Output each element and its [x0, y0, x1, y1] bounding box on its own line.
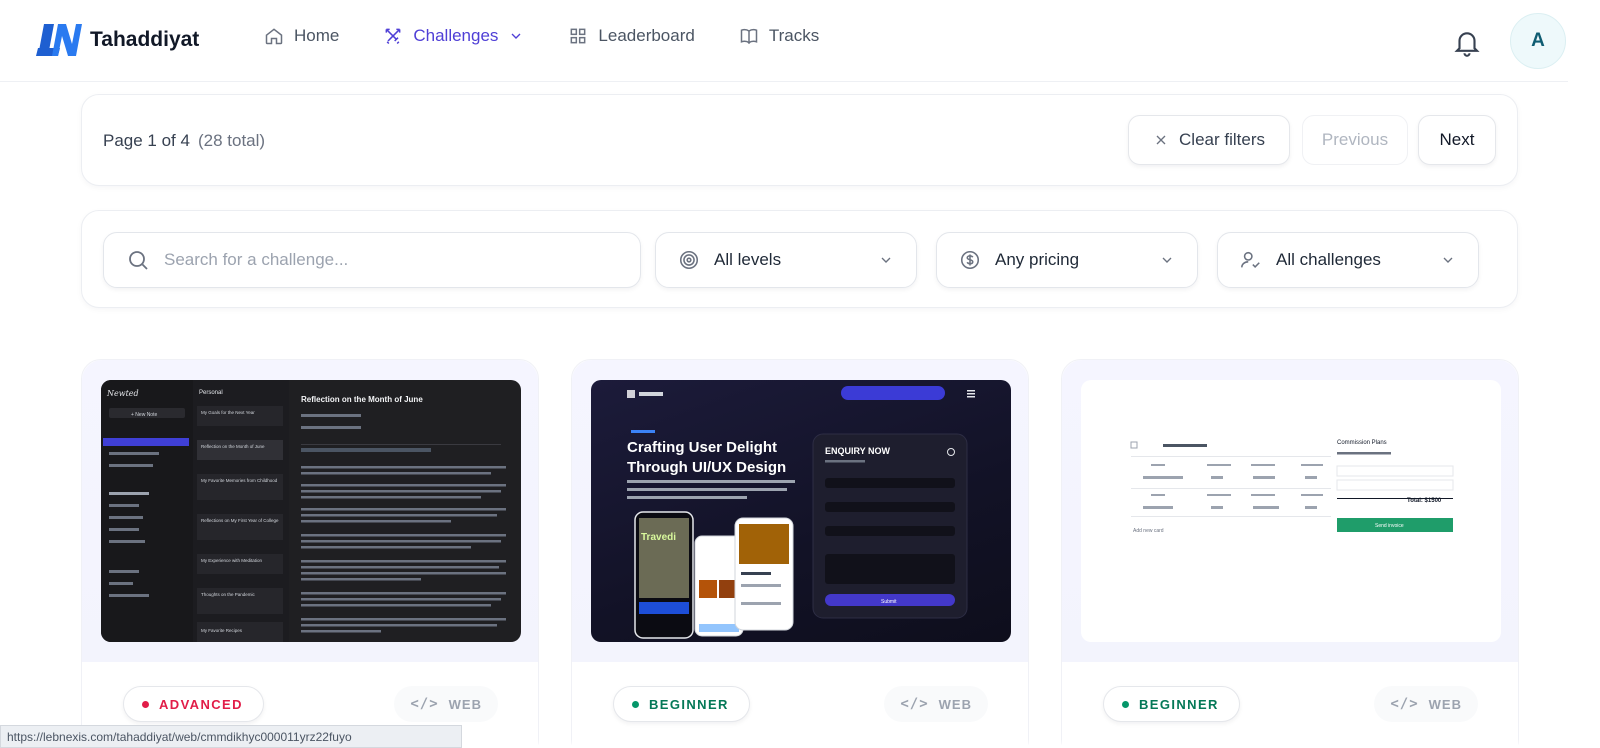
- notes-app-preview: Newted + New Note Personal My Goals for …: [101, 380, 506, 642]
- level-dot: [1122, 700, 1129, 708]
- chevron-down-icon: [1162, 257, 1172, 263]
- challenge-card[interactable]: Newted + New Note Personal My Goals for …: [81, 359, 539, 748]
- chevron-down-icon: [1443, 257, 1453, 263]
- svg-text:My Experience with Meditation: My Experience with Meditation: [201, 558, 263, 563]
- level-badge: BEGINNER: [1103, 686, 1240, 722]
- status-url-bar: https://lebnexis.com/tahaddiyat/web/cmmd…: [0, 725, 462, 748]
- svg-text:+ New Note: + New Note: [131, 412, 157, 418]
- nav-challenges-label: Challenges: [413, 26, 499, 45]
- clear-filters-button[interactable]: Clear filters: [1128, 115, 1290, 165]
- swords-icon: [385, 28, 401, 45]
- chevron-down-icon: [511, 33, 521, 39]
- search-icon: [129, 251, 148, 270]
- grid-icon: [571, 28, 586, 44]
- level-badge: BEGINNER: [613, 686, 750, 722]
- code-icon: </>: [900, 696, 929, 712]
- card-footer: BEGINNER </> WEB: [572, 662, 1028, 748]
- svg-text:Travedi: Travedi: [641, 532, 676, 543]
- challenge-type-select-value: All challenges: [1276, 250, 1381, 269]
- svg-text:Thoughts on the Pandemic: Thoughts on the Pandemic: [201, 592, 256, 597]
- previous-button[interactable]: Previous: [1302, 115, 1408, 165]
- svg-text:Reflections on My First Year o: Reflections on My First Year of College: [201, 518, 279, 523]
- level-label: BEGINNER: [1139, 696, 1219, 712]
- level-badge: ADVANCED: [123, 686, 264, 722]
- svg-text:Total: $1500: Total: $1500: [1407, 498, 1442, 504]
- svg-text:ENQUIRY NOW: ENQUIRY NOW: [825, 446, 891, 456]
- level-select-value: All levels: [714, 250, 782, 269]
- pricing-select-value: Any pricing: [995, 250, 1080, 269]
- clear-filters-label: Clear filters: [1179, 130, 1265, 149]
- card-preview-area: Crafting User Delight Through UI/UX Desi…: [572, 360, 1028, 662]
- svg-text:Commission Plans: Commission Plans: [1337, 440, 1387, 446]
- search-box: [103, 232, 641, 288]
- svg-text:Add new card: Add new card: [1133, 528, 1164, 534]
- search-input[interactable]: [164, 250, 604, 270]
- level-label: ADVANCED: [159, 696, 243, 712]
- nav-tracks-label: Tracks: [768, 26, 820, 45]
- level-select[interactable]: All levels: [655, 232, 917, 288]
- nav-home-label: Home: [294, 26, 340, 45]
- card-preview-area: Add new card Commission Plans Total: $15…: [1062, 360, 1518, 662]
- nav-home[interactable]: Home: [264, 26, 339, 46]
- brand-name: Tahaddiyat: [90, 28, 200, 51]
- nav-tracks[interactable]: Tracks: [739, 26, 819, 46]
- chevron-down-icon: [881, 257, 891, 263]
- level-label: BEGINNER: [649, 696, 729, 712]
- svg-text:Newted: Newted: [106, 389, 139, 398]
- svg-text:Send invoice: Send invoice: [1375, 523, 1404, 529]
- filter-bar: All levels Any pricing All challenges: [81, 210, 1518, 308]
- page-info: Page 1 of 4 (28 total): [103, 131, 265, 151]
- navbar: Tahaddiyat Home Challenges Leaderboard T…: [0, 0, 1568, 82]
- tech-label: WEB: [938, 696, 972, 712]
- uiux-landing-preview: Crafting User Delight Through UI/UX Desi…: [627, 386, 975, 639]
- next-button[interactable]: Next: [1418, 115, 1496, 165]
- svg-text:My Goals for the Next Year: My Goals for the Next Year: [201, 410, 255, 415]
- card-thumbnail-invoice: Add new card Commission Plans Total: $15…: [1081, 380, 1501, 642]
- logo-mark-icon: [36, 24, 82, 56]
- code-icon: </>: [410, 696, 439, 712]
- code-icon: </>: [1390, 696, 1419, 712]
- svg-text:Crafting User Delight: Crafting User Delight: [627, 439, 777, 456]
- svg-text:My Favorite Recipes: My Favorite Recipes: [201, 628, 243, 633]
- level-dot: [632, 700, 639, 708]
- target-icon: [679, 250, 699, 270]
- pricing-select[interactable]: Any pricing: [936, 232, 1198, 288]
- invoice-preview: Add new card Commission Plans Total: $15…: [1130, 440, 1454, 534]
- tech-tag: </> WEB: [394, 686, 498, 722]
- card-preview-area: Newted + New Note Personal My Goals for …: [82, 360, 538, 662]
- svg-text:Personal: Personal: [199, 390, 223, 396]
- svg-text:Through UI/UX Design: Through UI/UX Design: [627, 459, 786, 476]
- svg-text:Reflection on the Month of Jun: Reflection on the Month of June: [201, 444, 265, 449]
- book-icon: [740, 28, 758, 45]
- page-indicator: Page 1 of 4: [103, 131, 190, 150]
- user-avatar[interactable]: A: [1510, 13, 1566, 69]
- card-footer: BEGINNER </> WEB: [1062, 662, 1518, 748]
- svg-text:Submit: Submit: [881, 599, 897, 605]
- svg-text:Reflection on the Month of Jun: Reflection on the Month of June: [301, 395, 423, 404]
- challenge-card[interactable]: Add new card Commission Plans Total: $15…: [1061, 359, 1519, 748]
- tech-label: WEB: [1428, 696, 1462, 712]
- challenge-type-select[interactable]: All challenges: [1217, 232, 1479, 288]
- user-check-icon: [1241, 251, 1260, 268]
- brand-logo[interactable]: Tahaddiyat: [36, 22, 199, 58]
- card-thumbnail-notes-app: Newted + New Note Personal My Goals for …: [101, 380, 521, 642]
- card-thumbnail-uiux-landing: Crafting User Delight Through UI/UX Desi…: [591, 380, 1011, 642]
- bell-icon[interactable]: [1452, 26, 1482, 58]
- home-icon: [265, 28, 283, 45]
- level-dot: [142, 700, 149, 708]
- nav-leaderboard-label: Leaderboard: [598, 26, 695, 45]
- nav-leaderboard[interactable]: Leaderboard: [568, 26, 695, 46]
- main-nav: Home Challenges Leaderboard Tracks: [264, 26, 863, 46]
- dollar-circle-icon: [960, 250, 980, 270]
- total-count: (28 total): [197, 131, 266, 150]
- scrollbar[interactable]: [1568, 0, 1600, 748]
- nav-challenges[interactable]: Challenges: [383, 26, 524, 46]
- close-icon: [1156, 135, 1166, 145]
- svg-text:My Favorite Memories from Chil: My Favorite Memories from Childhood: [201, 478, 278, 483]
- tech-tag: </> WEB: [884, 686, 988, 722]
- tech-label: WEB: [448, 696, 482, 712]
- pagination-bar: Page 1 of 4 (28 total) Clear filters Prev…: [81, 94, 1518, 186]
- challenge-card[interactable]: Crafting User Delight Through UI/UX Desi…: [571, 359, 1029, 748]
- tech-tag: </> WEB: [1374, 686, 1478, 722]
